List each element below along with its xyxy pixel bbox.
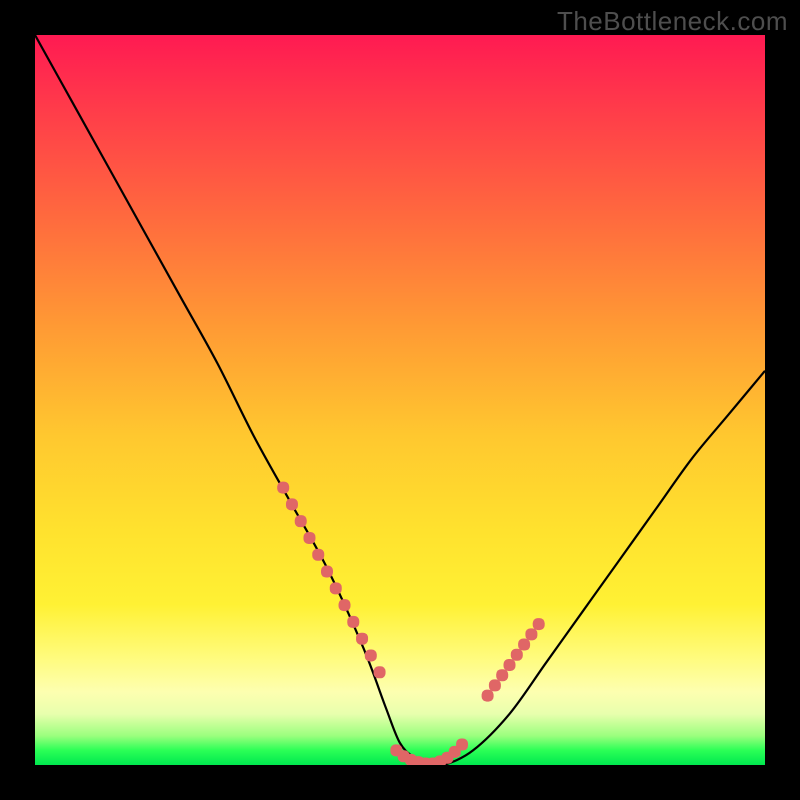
highlight-dot bbox=[312, 549, 324, 561]
highlight-dot bbox=[347, 616, 359, 628]
highlight-dots-left bbox=[277, 482, 385, 679]
highlight-dot bbox=[277, 482, 289, 494]
highlight-dot bbox=[365, 650, 377, 662]
highlight-dot bbox=[374, 666, 386, 678]
highlight-dot bbox=[525, 628, 537, 640]
highlight-dot bbox=[295, 515, 307, 527]
highlight-dot bbox=[303, 532, 315, 544]
highlight-dot bbox=[489, 679, 501, 691]
curve-svg bbox=[35, 35, 765, 765]
highlight-dot bbox=[518, 639, 530, 651]
chart-frame: TheBottleneck.com bbox=[0, 0, 800, 800]
highlight-dot bbox=[330, 582, 342, 594]
highlight-dot bbox=[339, 599, 351, 611]
curve-line bbox=[35, 35, 765, 765]
watermark-text: TheBottleneck.com bbox=[557, 6, 788, 37]
highlight-dot bbox=[511, 649, 523, 661]
plot-area bbox=[35, 35, 765, 765]
bottleneck-curve bbox=[35, 35, 765, 765]
highlight-dot bbox=[496, 669, 508, 681]
highlight-dot bbox=[504, 659, 516, 671]
highlight-dot bbox=[482, 690, 494, 702]
highlight-dot bbox=[286, 498, 298, 510]
highlight-dot bbox=[533, 618, 545, 630]
highlight-dot bbox=[456, 739, 468, 751]
highlight-dots-right bbox=[482, 618, 545, 702]
highlight-dot bbox=[356, 633, 368, 645]
highlight-dot bbox=[321, 566, 333, 578]
